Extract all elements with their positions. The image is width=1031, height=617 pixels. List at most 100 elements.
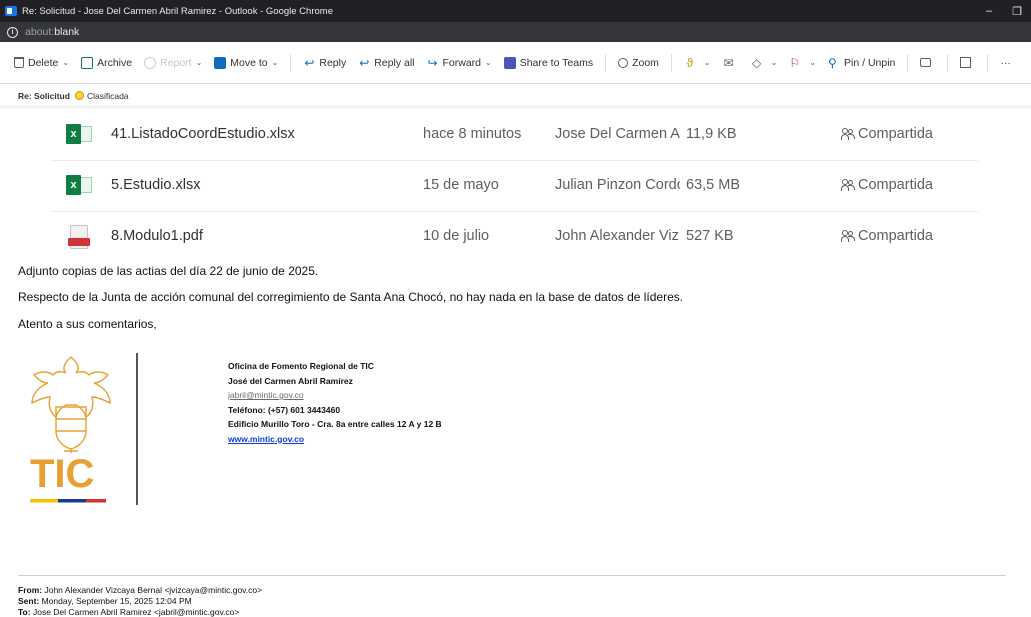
browser-title-bar: Re: Solicitud - Jose Del Carmen Abril Ra…: [0, 0, 1031, 22]
email-signature: TIC Oficina de Fomento Regional de TIC J…: [26, 353, 626, 511]
chevron-down-icon[interactable]: ⌄: [196, 58, 203, 67]
tag-icon: ϑ: [686, 55, 694, 70]
sensitivity-label[interactable]: Clasificada: [87, 91, 129, 101]
toolbar-divider: [947, 53, 949, 72]
mintic-logo: TIC: [30, 356, 111, 503]
grid-icon: [960, 57, 972, 68]
signature-website-link[interactable]: www.mintic.gov.co: [228, 432, 442, 447]
site-info-icon[interactable]: i: [7, 26, 18, 38]
attachment-modified: hace 8 minutos: [423, 126, 522, 142]
chevron-down-icon[interactable]: ⌄: [485, 58, 492, 67]
label-button[interactable]: ◇ ⌄: [751, 55, 778, 70]
attachment-modified: 15 de mayo: [423, 177, 499, 193]
reply-arrow-icon: ↩: [304, 55, 315, 70]
attachment-row[interactable]: x 5.Estudio.xlsx 15 de mayo Julian Pinzo…: [50, 161, 978, 212]
attachment-sharing: Compartida: [841, 177, 933, 193]
zoom-button[interactable]: Zoom: [618, 57, 659, 69]
reply-all-button[interactable]: ↩ Reply all: [358, 57, 414, 69]
attachment-row[interactable]: 8.Modulo1.pdf 10 de julio John Alexander…: [50, 212, 978, 263]
forward-label: Forward: [442, 56, 482, 69]
move-folder-icon: [214, 56, 227, 69]
move-to-button[interactable]: Move to ⌄: [214, 56, 279, 69]
reply-all-label: Reply all: [374, 56, 415, 69]
to-label: To:: [18, 607, 31, 617]
attachment-size: 63,5 MB: [686, 177, 740, 193]
window-title: Re: Solicitud - Jose Del Carmen Abril Ra…: [22, 5, 333, 17]
attachment-owner: John Alexander Viz: [555, 228, 679, 244]
categorize-button[interactable]: ϑ ⌄: [684, 57, 711, 69]
label-tag-icon: ◇: [752, 55, 762, 70]
mark-read-button[interactable]: ✉: [723, 57, 739, 69]
print-icon: [920, 58, 932, 67]
share-to-teams-button[interactable]: Share to Teams: [503, 56, 593, 69]
archive-label: Archive: [97, 56, 133, 69]
zoom-label: Zoom: [632, 56, 659, 69]
chevron-down-icon[interactable]: ⌄: [272, 58, 279, 67]
attachment-modified: 10 de julio: [423, 228, 490, 244]
minimize-icon[interactable]: –: [975, 5, 1003, 17]
from-label: From:: [18, 585, 43, 595]
chevron-down-icon[interactable]: ⌄: [771, 58, 778, 67]
print-button[interactable]: [920, 58, 935, 67]
excel-icon: x: [66, 123, 94, 147]
restore-icon[interactable]: ❐: [1003, 5, 1031, 18]
signature-office: Oficina de Fomento Regional de TIC: [228, 361, 374, 371]
signature-name: José del Carmen Abril Ramírez: [228, 375, 353, 386]
move-to-label: Move to: [230, 56, 268, 69]
tic-logo-text: TIC: [30, 452, 94, 496]
attachment-name[interactable]: 8.Modulo1.pdf: [111, 228, 203, 244]
toolbar-divider: [987, 53, 989, 72]
flag-icon: ⚐: [789, 55, 801, 70]
zoom-icon: [618, 57, 629, 68]
teams-icon: [503, 56, 516, 69]
attachment-size: 527 KB: [686, 228, 734, 244]
reply-label: Reply: [319, 56, 347, 69]
chevron-down-icon[interactable]: ⌄: [62, 58, 69, 67]
signature-divider: [136, 353, 138, 505]
message-subject: Re: Solicitud: [18, 90, 70, 101]
url-path: blank: [54, 26, 80, 38]
message-paragraph: Adjunto copias de las actias del día 22 …: [18, 264, 319, 278]
from-value: John Alexander Vizcaya Bernal <jvizcaya@…: [44, 585, 263, 595]
people-icon: [841, 230, 855, 242]
signature-email-link[interactable]: jabril@mintic.gov.co: [228, 388, 442, 403]
attachment-sharing: Compartida: [841, 228, 933, 244]
sensitivity-label-icon: [74, 91, 84, 100]
reply-button[interactable]: ↩ Reply: [303, 57, 346, 69]
archive-button[interactable]: Archive: [81, 56, 133, 69]
attachment-name[interactable]: 41.ListadoCoordEstudio.xlsx: [111, 126, 295, 142]
delete-button[interactable]: Delete ⌄: [14, 57, 69, 69]
quoted-message-header: From: John Alexander Vizcaya Bernal <jvi…: [18, 585, 262, 617]
sent-value: Monday, September 15, 2025 12:04 PM: [41, 596, 192, 606]
envelope-open-icon: ✉: [723, 55, 734, 70]
message-paragraph: Atento a sus comentarios,: [18, 317, 157, 331]
attachment-name[interactable]: 5.Estudio.xlsx: [111, 177, 200, 193]
immersive-reader-button[interactable]: [960, 57, 975, 68]
sharing-status: Compartida: [858, 228, 933, 244]
sent-label: Sent:: [18, 596, 40, 606]
people-icon: [841, 128, 855, 140]
forward-arrow-icon: ↪: [427, 55, 438, 70]
chevron-down-icon[interactable]: ⌄: [704, 58, 711, 67]
address-bar[interactable]: i about: blank: [0, 22, 1031, 42]
attachment-size: 11,9 KB: [686, 126, 737, 142]
trash-icon: [14, 57, 24, 68]
signature-details: Oficina de Fomento Regional de TIC José …: [228, 359, 442, 446]
attachment-owner: Julian Pinzon Cordc: [555, 177, 680, 193]
flag-button[interactable]: ⚐ ⌄: [789, 57, 816, 69]
excel-icon: x: [66, 174, 94, 198]
pin-unpin-label: Pin / Unpin: [844, 56, 896, 69]
report-button[interactable]: Report ⌄: [144, 56, 203, 69]
attachment-row[interactable]: x 41.ListadoCoordEstudio.xlsx hace 8 min…: [50, 110, 978, 161]
outlook-app-icon: [5, 6, 17, 16]
sharing-status: Compartida: [858, 177, 933, 193]
signature-phone: Teléfono: (+57) 601 3443460: [228, 404, 341, 415]
attachment-owner: Jose Del Carmen Al: [555, 126, 680, 142]
toolbar-divider: [605, 53, 607, 72]
forward-button[interactable]: ↪ Forward ⌄: [427, 55, 492, 70]
report-label: Report: [160, 56, 192, 69]
more-actions-button[interactable]: ···: [1000, 57, 1011, 69]
pin-unpin-button[interactable]: ⚲ Pin / Unpin: [828, 57, 895, 69]
toolbar-divider: [290, 53, 292, 72]
chevron-down-icon[interactable]: ⌄: [809, 58, 816, 67]
